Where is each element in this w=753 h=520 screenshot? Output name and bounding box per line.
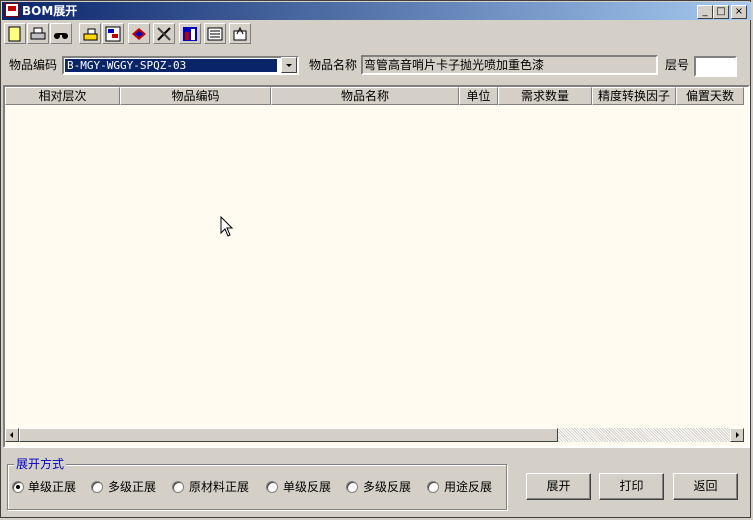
radio-multi-level-forward[interactable] xyxy=(91,481,103,493)
column-header[interactable]: 物品编码 xyxy=(120,87,271,105)
print-button[interactable] xyxy=(27,23,49,44)
column-header[interactable]: 单位 xyxy=(459,87,498,105)
tree-expand-icon xyxy=(132,28,146,40)
level-input[interactable] xyxy=(694,56,737,77)
print-action-button[interactable]: 打印 xyxy=(599,473,664,500)
column-header[interactable]: 精度转换因子 xyxy=(592,87,676,105)
bom-grid[interactable]: 相对层次 物品编码 物品名称 单位 需求数量 精度转换因子 偏置天数 xyxy=(5,87,748,446)
printer-icon xyxy=(30,27,46,40)
radio-label[interactable]: 原材料正展 xyxy=(189,480,249,494)
list-icon xyxy=(207,27,223,41)
radio-single-level-reverse[interactable] xyxy=(266,481,278,493)
new-document-icon xyxy=(8,26,21,42)
radio-label[interactable]: 单级正展 xyxy=(28,480,76,494)
minimize-button[interactable]: _ xyxy=(697,5,713,19)
list-button[interactable] xyxy=(204,23,226,44)
item-code-combobox[interactable]: B-MGY-WGGY-SPQZ-03 xyxy=(62,56,299,75)
expand-button[interactable]: 展开 xyxy=(526,473,591,500)
item-name-value: 弯管高音哨片卡子抛光喷加重色漆 xyxy=(363,58,656,72)
app-icon xyxy=(5,3,19,17)
item-name-field: 弯管高音哨片卡子抛光喷加重色漆 xyxy=(361,55,658,75)
column-header[interactable]: 需求数量 xyxy=(498,87,592,105)
chart-icon xyxy=(183,27,197,41)
horizontal-scrollbar[interactable] xyxy=(5,428,744,442)
back-button[interactable]: 返回 xyxy=(673,473,738,500)
chevron-down-icon[interactable] xyxy=(281,57,297,73)
expand-tree-button[interactable] xyxy=(128,23,150,44)
radio-label[interactable]: 多级正展 xyxy=(108,480,156,494)
export-button[interactable] xyxy=(229,23,251,44)
expand-mode-title: 展开方式 xyxy=(14,457,67,471)
maximize-button[interactable]: □ xyxy=(713,5,729,19)
arrow-right-icon xyxy=(736,432,739,438)
print-preview-icon xyxy=(83,28,98,41)
export-icon xyxy=(233,26,247,41)
scroll-thumb[interactable] xyxy=(19,428,558,442)
radio-single-level-forward[interactable] xyxy=(12,481,24,493)
grid-select-icon xyxy=(105,26,121,42)
binoculars-icon xyxy=(54,33,68,39)
radio-label[interactable]: 单级反展 xyxy=(283,480,331,494)
scroll-right-button[interactable] xyxy=(730,428,744,442)
column-header[interactable]: 物品名称 xyxy=(271,87,459,105)
select-button[interactable] xyxy=(102,23,124,44)
scroll-left-button[interactable] xyxy=(5,428,19,442)
title-bar[interactable]: BOM展开 _ □ × xyxy=(2,2,751,20)
radio-multi-level-reverse[interactable] xyxy=(346,481,358,493)
tools-button[interactable] xyxy=(153,23,175,44)
new-button[interactable] xyxy=(4,23,26,44)
item-code-value: B-MGY-WGGY-SPQZ-03 xyxy=(65,59,277,72)
column-header[interactable]: 相对层次 xyxy=(5,87,120,105)
find-button[interactable] xyxy=(50,23,72,44)
chart-button[interactable] xyxy=(179,23,201,44)
radio-label[interactable]: 用途反展 xyxy=(444,480,492,494)
radio-label[interactable]: 多级反展 xyxy=(363,480,411,494)
item-name-label: 物品名称 xyxy=(309,58,358,72)
column-header[interactable]: 偏置天数 xyxy=(676,87,744,105)
close-button[interactable]: × xyxy=(731,5,747,19)
window-title: BOM展开 xyxy=(22,4,78,18)
item-code-label: 物品编码 xyxy=(9,58,58,72)
mouse-cursor-icon xyxy=(220,216,234,237)
level-label: 层号 xyxy=(665,58,690,72)
radio-usage-reverse[interactable] xyxy=(427,481,439,493)
scroll-track[interactable] xyxy=(558,428,730,442)
arrow-left-icon xyxy=(10,432,13,438)
tools-icon xyxy=(157,27,171,41)
preview-button[interactable] xyxy=(79,23,101,44)
radio-raw-material-forward[interactable] xyxy=(172,481,184,493)
